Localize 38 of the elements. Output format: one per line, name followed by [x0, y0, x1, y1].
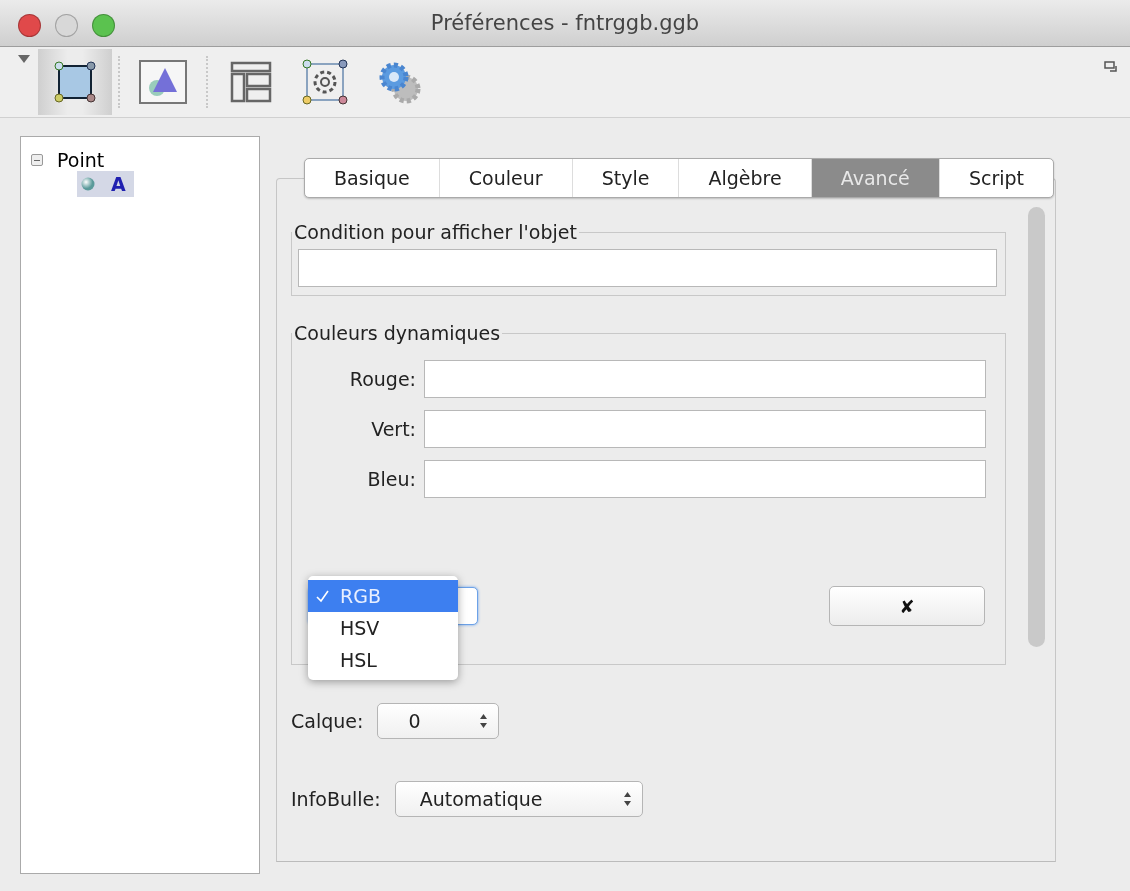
- dropdown-arrow-icon[interactable]: [18, 55, 30, 63]
- menu-item[interactable]: HSL: [308, 644, 458, 676]
- tab[interactable]: Couleur: [438, 159, 572, 197]
- clear-button[interactable]: ✘: [829, 586, 985, 626]
- tab[interactable]: Style: [571, 159, 679, 197]
- restore-icon[interactable]: [1104, 61, 1118, 72]
- toolbar-button[interactable]: [38, 49, 112, 115]
- up-down-arrows-icon: [479, 713, 489, 729]
- field-label: Vert:: [370, 418, 416, 440]
- color-expression-field[interactable]: [424, 360, 986, 398]
- menu-item[interactable]: HSV: [308, 612, 458, 644]
- tab[interactable]: Basique: [305, 159, 439, 197]
- section-title: Condition pour afficher l'objet: [293, 221, 578, 243]
- zoom-button[interactable]: [92, 14, 115, 37]
- close-button[interactable]: [18, 14, 41, 37]
- tree-item[interactable]: A: [77, 171, 134, 197]
- field-label: Calque:: [291, 710, 364, 732]
- up-down-arrows-icon: [622, 791, 632, 807]
- condition-field[interactable]: [298, 249, 997, 287]
- field-label: Rouge:: [348, 368, 416, 390]
- check-icon: [316, 589, 329, 603]
- color-expression-field[interactable]: [424, 410, 986, 448]
- collapse-toggle[interactable]: [31, 154, 43, 166]
- field-label: InfoBulle:: [291, 788, 381, 810]
- section-title: Couleurs dynamiques: [293, 322, 502, 344]
- tree-item[interactable]: Point: [57, 149, 105, 171]
- layer-spinner[interactable]: 0: [377, 703, 500, 739]
- polygon-icon: [53, 60, 97, 104]
- tooltip-select[interactable]: Automatique: [394, 781, 643, 817]
- gear-icon: [302, 59, 348, 105]
- window-title: Préférences - fntrggb.ggb: [430, 11, 700, 35]
- sphere-icon: [81, 177, 95, 191]
- color-expression-field[interactable]: [424, 460, 986, 498]
- tab[interactable]: Algèbre: [678, 159, 811, 197]
- layout-icon: [229, 60, 273, 104]
- field-label: Bleu:: [366, 468, 416, 490]
- scrollbar[interactable]: [1028, 207, 1045, 647]
- tab[interactable]: Script: [938, 159, 1053, 197]
